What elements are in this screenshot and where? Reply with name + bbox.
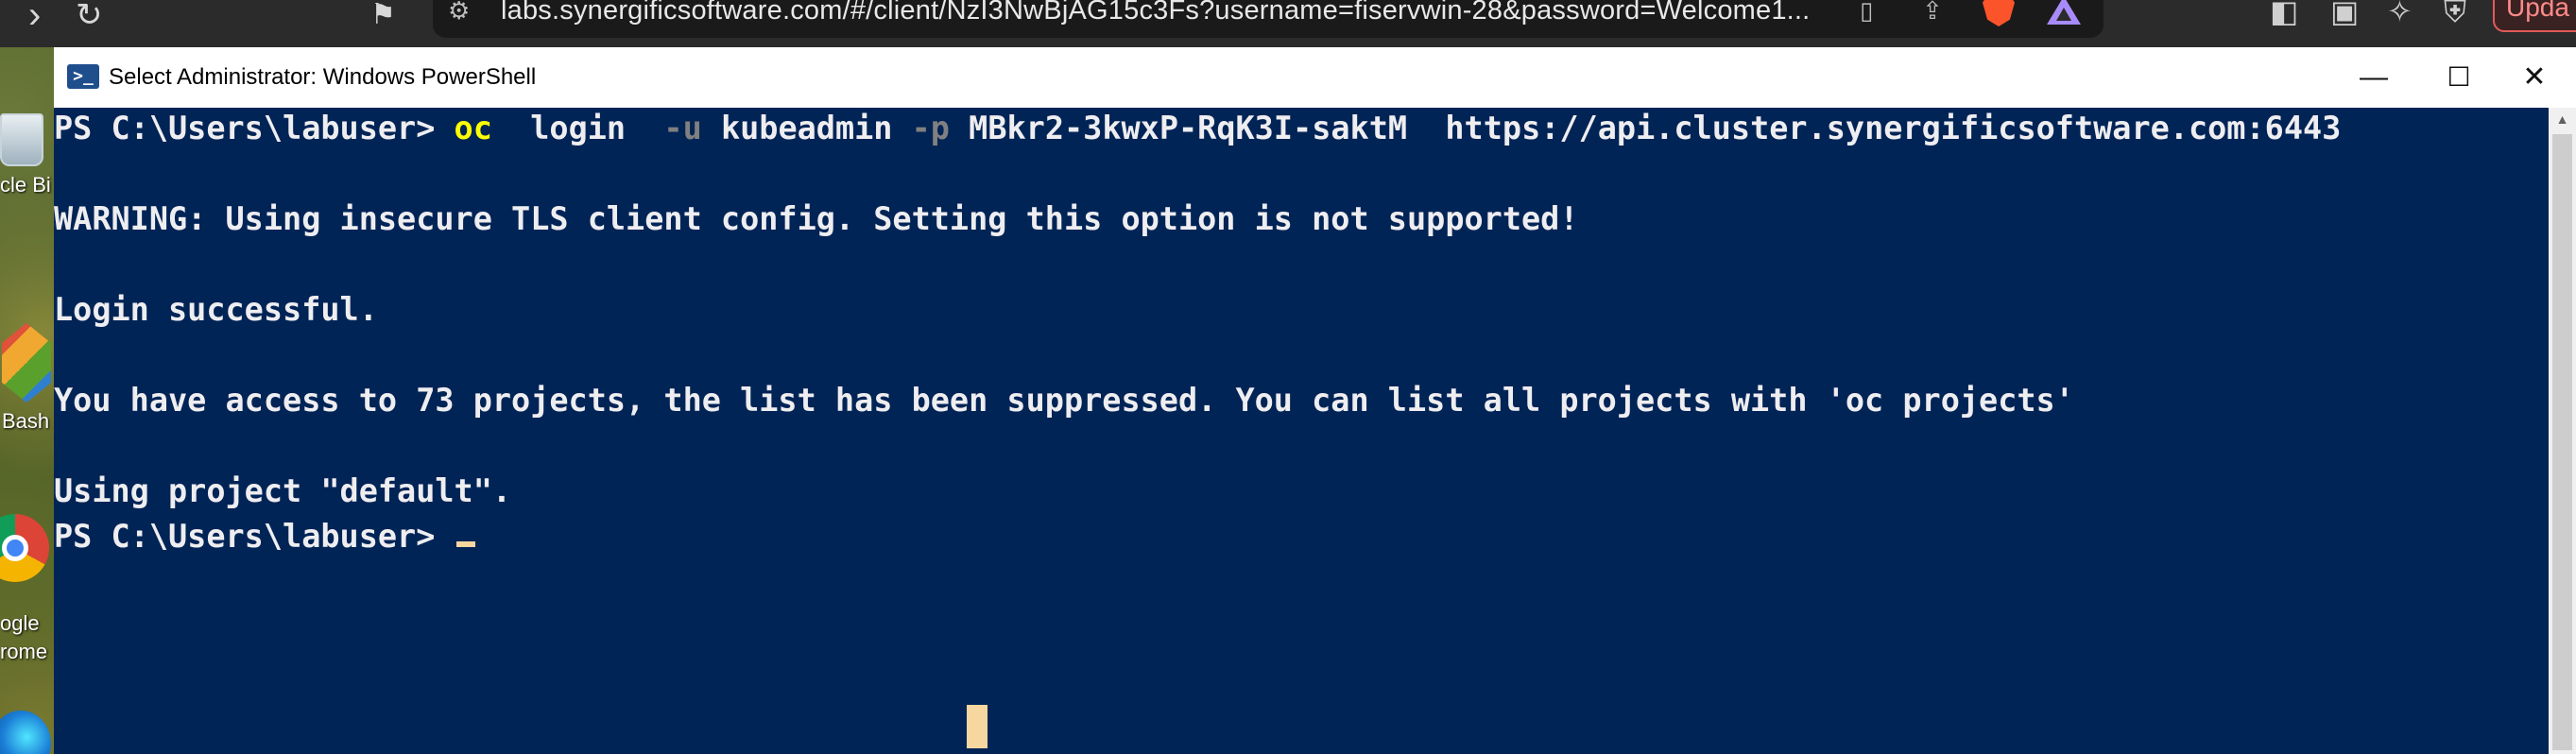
user-value: kubeadmin — [720, 110, 893, 146]
text-cursor — [455, 541, 475, 547]
chrome-label-line1[interactable]: ogle — [0, 612, 40, 635]
password-flag: -p — [911, 110, 950, 146]
prompt: PS C:\Users\labuser> — [54, 110, 455, 146]
address-url[interactable]: labs.synergificsoftware.com/#/client/NzI… — [501, 0, 1810, 26]
share-icon[interactable]: ⇪ — [1922, 0, 1943, 23]
vpn-icon[interactable]: ⛨ — [2444, 0, 2466, 26]
update-button[interactable]: Upda — [2493, 0, 2576, 32]
sidebar-icon[interactable]: ◧ — [2270, 0, 2298, 26]
server-url: https://api.cluster.synergificsoftware.c… — [1445, 110, 2342, 146]
site-settings-icon[interactable]: ⚙ — [448, 0, 470, 23]
ime-cursor-block — [967, 705, 987, 748]
password-value: MBkr2-3kwxP-RqK3I-saktM — [969, 110, 1408, 146]
final-prompt: PS C:\Users\labuser> — [54, 518, 455, 555]
login-result-line: Login successful. — [54, 291, 378, 328]
projects-info-line: You have access to 73 projects, the list… — [54, 382, 2074, 419]
command-line: PS C:\Users\labuser> oc login -u kubeadm… — [54, 110, 2341, 147]
chrome-label-line2[interactable]: rome — [0, 641, 47, 663]
command-arg: login — [530, 110, 627, 146]
final-prompt-line: PS C:\Users\labuser> — [54, 518, 475, 556]
browser-toolbar: › ↻ ⚑ ⚙ labs.synergificsoftware.com/#/cl… — [0, 0, 2576, 47]
desktop-background: cle Bi Bash ogle rome — [0, 47, 54, 754]
brave-rewards-icon[interactable] — [2047, 0, 2081, 25]
recycle-bin-label[interactable]: cle Bi — [0, 174, 51, 197]
bookmark-icon[interactable]: ⚑ — [370, 0, 396, 34]
edge-icon[interactable] — [0, 711, 51, 754]
close-button[interactable]: ✕ — [2492, 47, 2576, 108]
vertical-scrollbar[interactable]: ▲ — [2549, 108, 2576, 754]
forward-icon[interactable]: › — [28, 0, 41, 34]
copy-icon[interactable]: ▯ — [1860, 0, 1873, 23]
leo-ai-icon[interactable]: ✧ — [2387, 0, 2413, 26]
scroll-thumb[interactable] — [2552, 134, 2572, 750]
wallet-icon[interactable]: ▣ — [2330, 0, 2359, 26]
command-name: oc — [454, 110, 492, 146]
user-flag: -u — [663, 110, 702, 146]
warning-line: WARNING: Using insecure TLS client confi… — [54, 200, 1579, 237]
minimize-button[interactable]: — — [2331, 47, 2416, 108]
maximize-button[interactable]: ☐ — [2416, 47, 2501, 108]
reload-icon[interactable]: ↻ — [76, 0, 103, 34]
powershell-window: >_ Select Administrator: Windows PowerSh… — [54, 47, 2576, 754]
screen: › ↻ ⚑ ⚙ labs.synergificsoftware.com/#/cl… — [0, 0, 2576, 754]
recycle-bin-icon[interactable] — [0, 113, 43, 166]
git-bash-label[interactable]: Bash — [2, 410, 49, 433]
using-project-line: Using project "default". — [54, 472, 512, 509]
chrome-icon[interactable] — [0, 514, 49, 582]
scroll-up-icon[interactable]: ▲ — [2549, 108, 2576, 130]
git-bash-icon[interactable] — [2, 323, 51, 403]
window-title: Select Administrator: Windows PowerShell — [109, 64, 537, 90]
console-output[interactable]: PS C:\Users\labuser> oc login -u kubeadm… — [54, 108, 2549, 754]
window-titlebar[interactable]: >_ Select Administrator: Windows PowerSh… — [54, 47, 2576, 108]
powershell-icon[interactable]: >_ — [67, 64, 99, 89]
